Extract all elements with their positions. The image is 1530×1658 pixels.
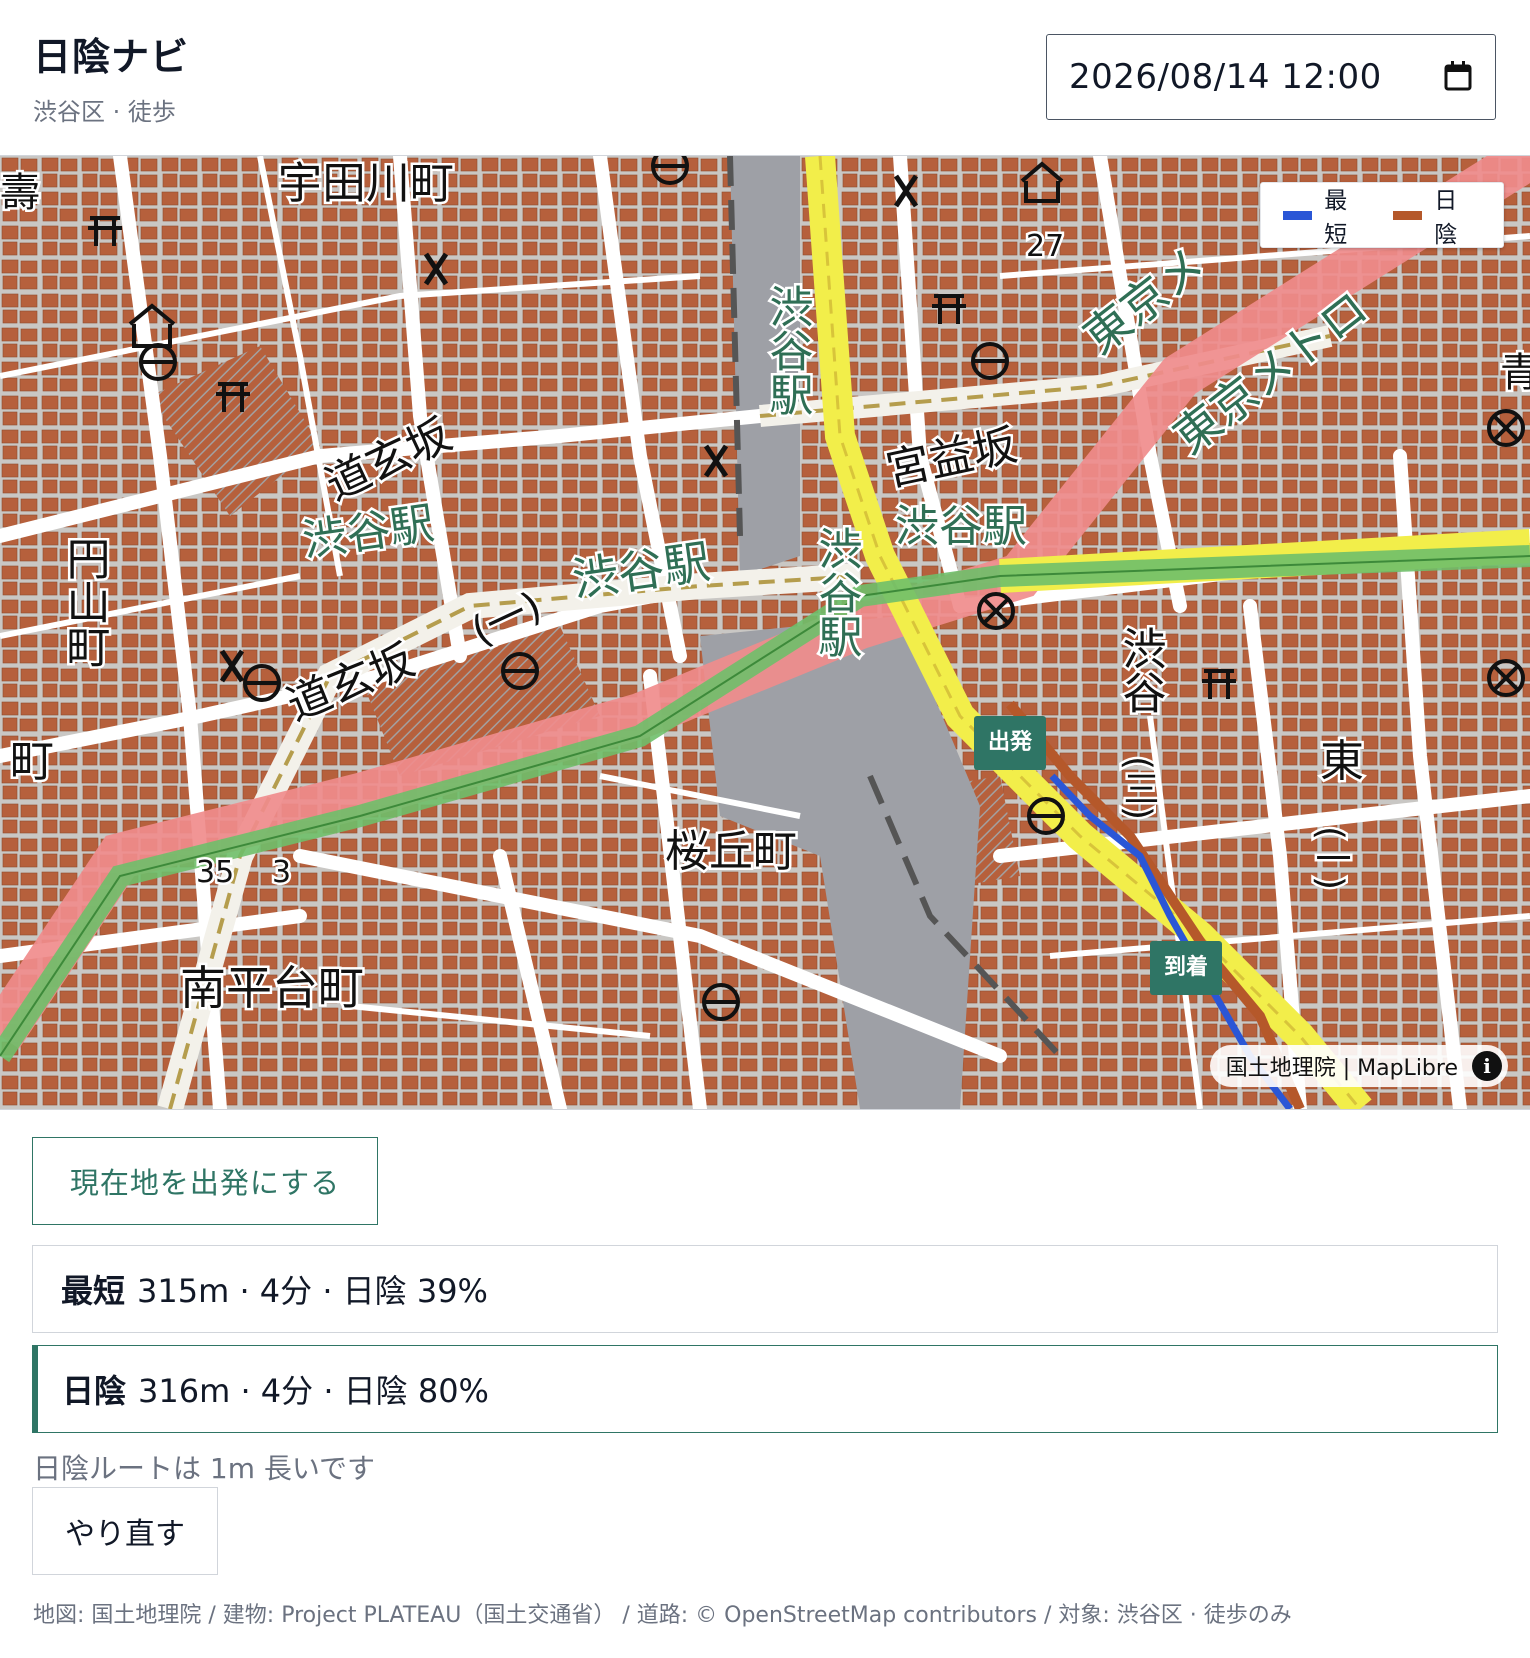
route-legend: 最短 日陰 [1260, 182, 1504, 248]
app-subtitle: 渋谷区 · 徒歩 [33, 98, 176, 126]
map-canvas[interactable]: 宇田川町 南平台町 桜丘町 道玄坂 道玄坂 宮益坂 東 青 町 壽 27 35 … [0, 155, 1530, 1110]
label-shibuya-area: 渋谷 [1115, 626, 1166, 714]
use-current-location-button[interactable]: 現在地を出発にする [32, 1137, 378, 1225]
label-kotobuki: 壽 [0, 170, 40, 216]
label-ichi: (一) [1310, 826, 1351, 890]
label-number-3: 3 [272, 855, 291, 890]
label-number-35: 35 [196, 855, 234, 890]
label-shibuya-station-v2: 渋谷駅 [811, 526, 862, 658]
route-diff-note: 日陰ルートは 1m 長いです [33, 1452, 376, 1485]
label-higashi: 東 [1320, 736, 1364, 787]
label-ao: 青 [1500, 350, 1530, 396]
redo-button[interactable]: やり直す [32, 1487, 218, 1575]
label-shibuya-station-3: 渋谷駅 [895, 501, 1027, 552]
label-sakuragaoka: 桜丘町 [665, 826, 797, 877]
end-marker[interactable]: 到着 [1150, 941, 1223, 995]
label-number-27: 27 [1026, 229, 1064, 264]
label-udagawa: 宇田川町 [278, 158, 454, 209]
legend-label-shade: 日陰 [1434, 188, 1458, 248]
legend-item-shortest: 最短 [1283, 181, 1369, 249]
route-detail: 315m · 4分 · 日陰 39% [137, 1272, 488, 1310]
route-name: 日陰 [62, 1372, 127, 1410]
map-base: 宇田川町 南平台町 桜丘町 道玄坂 道玄坂 宮益坂 東 青 町 壽 27 35 … [0, 156, 1530, 1109]
label-nanpeidai: 南平台町 [180, 961, 364, 1015]
label-shibuya-station-v1: 渋谷駅 [762, 284, 813, 416]
datetime-input[interactable]: 2026/08/14 12:00 [1046, 34, 1496, 120]
calendar-icon[interactable] [1443, 60, 1473, 92]
attribution-text[interactable]: 国土地理院 | MapLibre [1226, 1050, 1458, 1082]
route-option-shade[interactable]: 日陰 316m · 4分 · 日陰 80% [32, 1345, 1498, 1433]
label-machi: 町 [10, 736, 54, 787]
app-title: 日陰ナビ [33, 35, 190, 79]
legend-swatch-shade [1393, 210, 1423, 220]
label-san: (三) [1118, 756, 1159, 820]
start-marker[interactable]: 出発 [974, 716, 1047, 770]
label-maruyama: 円山町 [59, 536, 110, 668]
info-icon[interactable]: i [1472, 1051, 1502, 1081]
legend-swatch-shortest [1283, 210, 1313, 220]
route-detail: 316m · 4分 · 日陰 80% [138, 1372, 489, 1410]
route-option-shortest[interactable]: 最短 315m · 4分 · 日陰 39% [32, 1245, 1498, 1333]
datetime-value: 2026/08/14 12:00 [1069, 57, 1382, 97]
route-name: 最短 [61, 1272, 126, 1310]
map-attribution: 国土地理院 | MapLibre i [1209, 1045, 1508, 1087]
legend-label-shortest: 最短 [1324, 188, 1348, 248]
legend-item-shade: 日陰 [1393, 181, 1479, 249]
footer-credits: 地図: 国土地理院 / 建物: Project PLATEAU（国土交通省） /… [33, 1603, 1292, 1628]
